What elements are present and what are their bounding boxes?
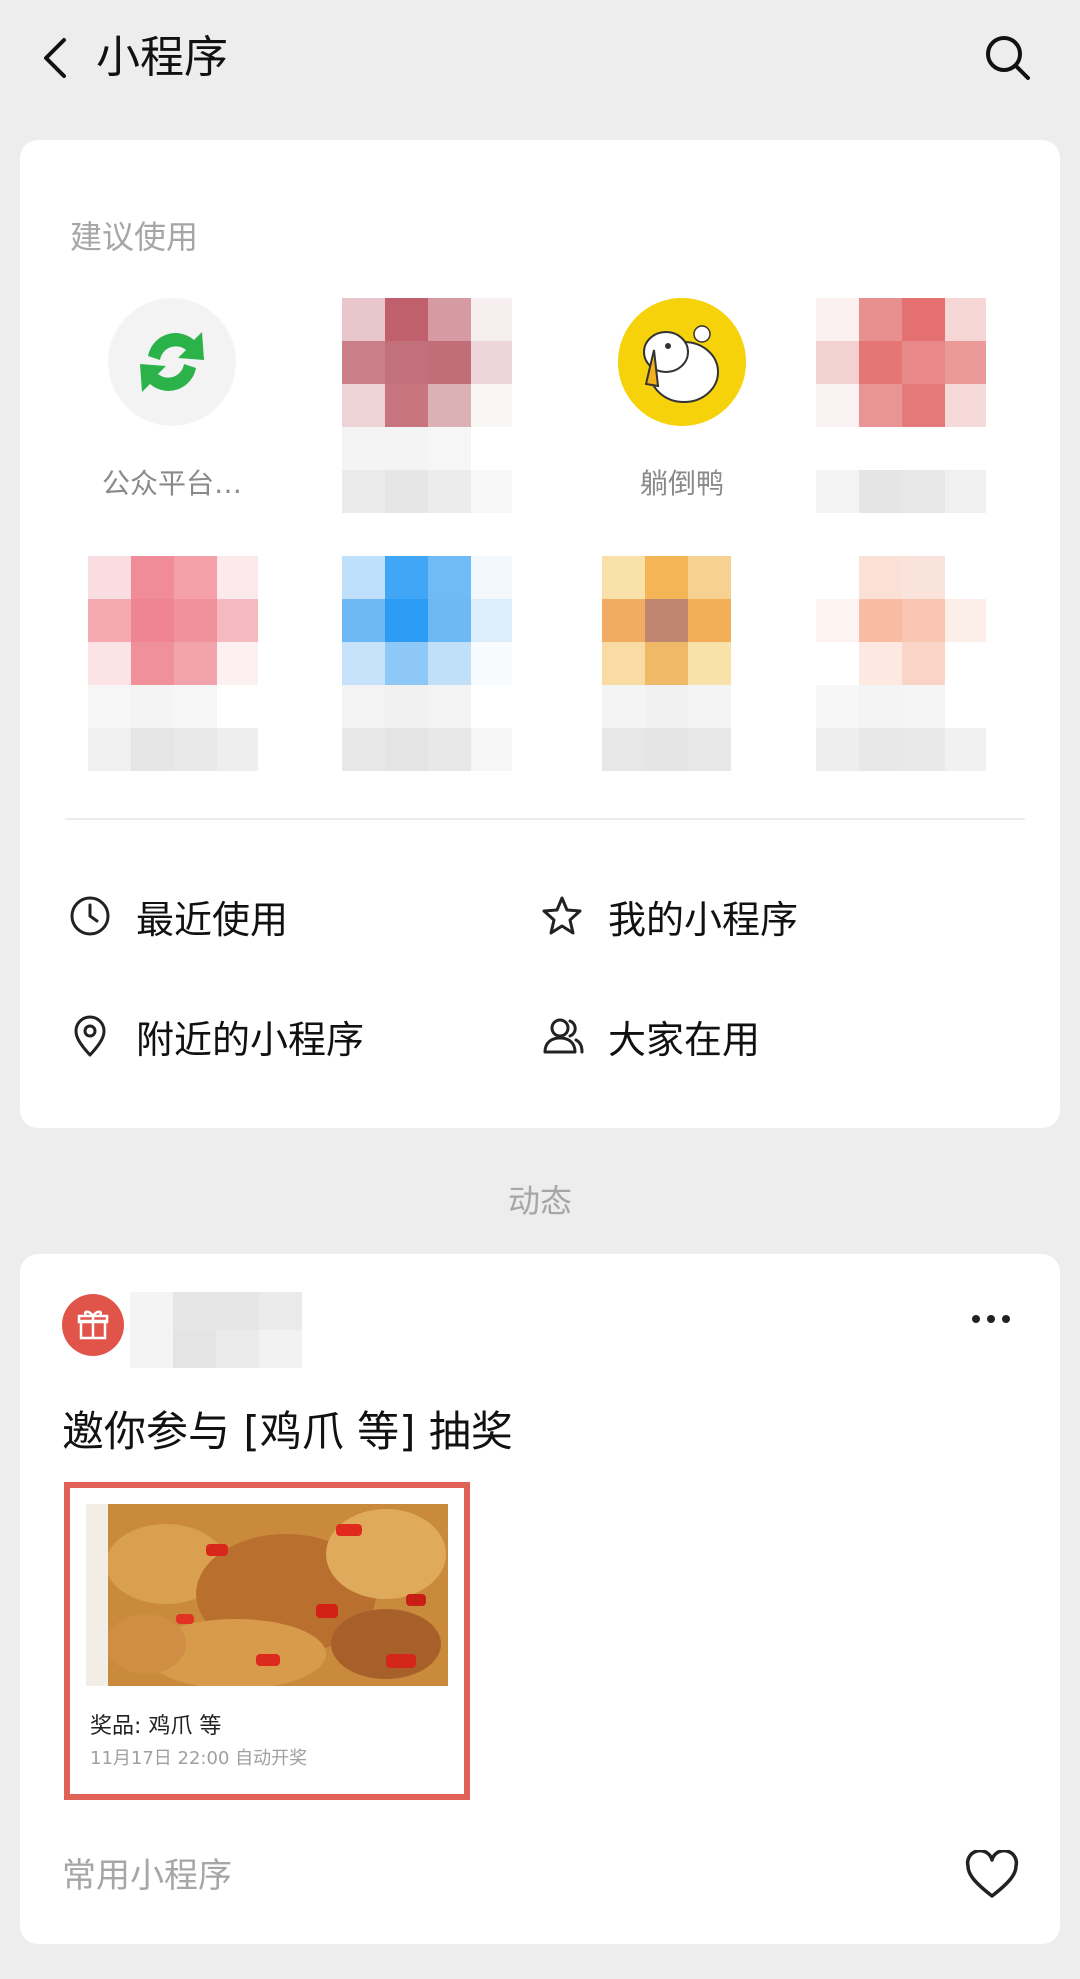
suggested-app-mp[interactable]: 公众平台… [72,298,272,518]
clock-icon [70,896,110,936]
prize-photo [86,1504,448,1686]
star-icon [542,896,582,935]
menu-nearby[interactable]: 附近的小程序 [68,1006,364,1066]
pixelated-icon [88,556,258,776]
post-title: 邀你参与 [鸡爪 等] 抽奖 [62,1407,513,1456]
people-icon [543,1018,584,1054]
menu-recent[interactable]: 最近使用 [68,886,288,946]
search-icon [986,36,1030,80]
pixelated-icon [602,556,772,776]
suggested-app-duck[interactable]: 躺倒鸭 [582,298,782,518]
divider [65,818,1025,820]
feed-card[interactable]: 邀你参与 [鸡爪 等] 抽奖 奖品: 鸡爪 等 11月17日 22:00 自动开… [20,1254,1060,1944]
menu-label: 附近的小程序 [136,1017,365,1062]
suggested-app-blurred[interactable] [88,556,288,776]
app-name: 公众平台… [101,467,242,500]
pixelated-icon [342,556,512,776]
duck-logo-icon [618,298,746,426]
suggested-app-blurred[interactable] [342,556,542,776]
wechat-mp-logo-icon [108,298,236,426]
pixelated-icon [342,298,512,518]
back-button[interactable] [36,30,76,86]
prize-label: 奖品: 鸡爪 等 [90,1714,222,1739]
app-name: 躺倒鸭 [639,467,724,500]
pixelated-icon [816,298,986,518]
prize-card[interactable]: 奖品: 鸡爪 等 11月17日 22:00 自动开奖 [64,1482,470,1800]
gift-icon [77,1310,109,1340]
menu-label: 大家在用 [608,1017,761,1062]
suggested-label: 建议使用 [70,218,199,256]
suggested-app-blurred[interactable] [342,298,542,518]
avatar[interactable] [62,1294,124,1356]
source-label[interactable]: 常用小程序 [62,1848,232,1897]
like-button[interactable] [964,1848,1020,1902]
suggested-card: 建议使用 公众平台… 躺倒鸭 最近使用 我的小程序 附近的小程序 大家在用 [20,140,1060,1128]
search-button[interactable] [980,30,1036,86]
top-bar: 小程序 [0,0,1080,120]
menu-label: 最近使用 [136,897,289,942]
feed-heading: 动态 [507,1182,572,1220]
more-button[interactable] [966,1304,1016,1334]
more-dots-icon [972,1315,1010,1323]
page-title: 小程序 [96,32,228,83]
location-pin-icon [74,1015,106,1057]
pixelated-icon [816,556,986,776]
draw-time: 11月17日 22:00 自动开奖 [90,1748,308,1769]
suggested-app-blurred[interactable] [816,298,1016,518]
suggested-app-blurred[interactable] [602,556,802,776]
menu-label: 我的小程序 [608,897,799,942]
menu-my-mini-programs[interactable]: 我的小程序 [540,886,798,946]
chevron-left-icon [44,38,66,78]
pixelated-username [130,1292,302,1368]
heart-icon [965,1848,1019,1898]
menu-popular[interactable]: 大家在用 [540,1006,760,1066]
suggested-app-blurred[interactable] [816,556,1016,776]
